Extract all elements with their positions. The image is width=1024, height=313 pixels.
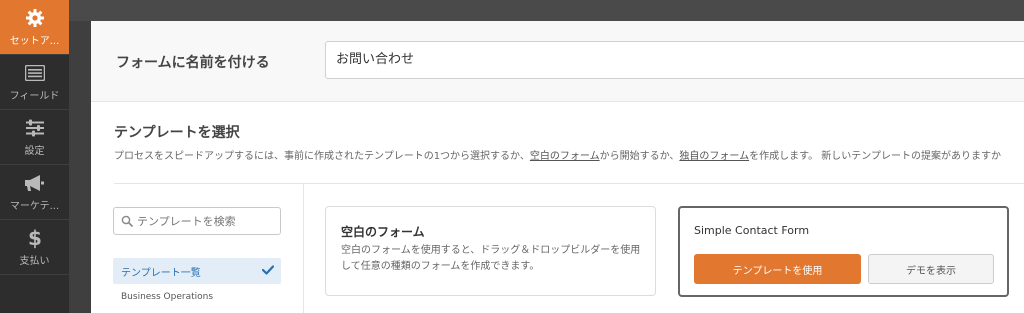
use-template-button[interactable]: テンプレートを使用 (694, 254, 861, 284)
gear-icon (25, 7, 45, 29)
category-label: テンプレート一覧 (121, 267, 201, 279)
template-card-simple-contact[interactable]: Simple Contact Form テンプレートを使用 デモを表示 (678, 206, 1009, 297)
divider (303, 184, 304, 313)
form-name-row: フォームに名前を付ける お問い合わせ (91, 21, 1024, 102)
form-name-label: フォームに名前を付ける (116, 55, 270, 71)
sliders-icon (25, 117, 45, 139)
checkmark-icon (261, 264, 275, 278)
sidebar-item-label: フィールド (9, 91, 60, 102)
template-section-title: テンプレートを選択 (114, 125, 240, 141)
blank-form-link[interactable]: 空白のフォーム (530, 151, 600, 162)
builder-toolbar (69, 0, 1024, 21)
template-search-input[interactable] (137, 214, 277, 228)
sidebar-item-label: 支払い (19, 256, 50, 267)
form-name-input[interactable]: お問い合わせ (325, 41, 1024, 79)
sidebar-item-label: 設定 (24, 146, 45, 157)
sidebar-item-setup[interactable]: セットア... (0, 0, 69, 55)
sidebar-item-marketing[interactable]: マーケテ... (0, 165, 69, 220)
sidebar-item-payments[interactable]: $ 支払い (0, 220, 69, 275)
sidebar-item-fields[interactable]: フィールド (0, 55, 69, 110)
sidebar-item-label: マーケテ... (9, 201, 60, 212)
template-card-title: Simple Contact Form (694, 224, 810, 237)
description-text: プロセスをスピードアップするには、事前に作成されたテンプレートの1つから選択する… (114, 151, 530, 162)
template-search (113, 207, 281, 235)
template-card-title: 空白のフォーム (341, 225, 425, 239)
builder-sidebar: セットア... フィールド 設定 マーケテ... $ 支払い (0, 0, 69, 313)
view-demo-button[interactable]: デモを表示 (868, 254, 994, 284)
backdrop (69, 21, 91, 313)
setup-panel: フォームに名前を付ける お問い合わせ テンプレートを選択 プロセスをスピードアッ… (91, 21, 1024, 313)
fields-list-icon (24, 62, 45, 84)
sidebar-item-label: セットア... (9, 36, 60, 47)
description-text: から開始するか、 (599, 151, 680, 162)
search-icon (121, 212, 137, 231)
custom-form-link[interactable]: 独自のフォーム (679, 151, 749, 162)
megaphone-icon (24, 172, 46, 194)
divider (114, 183, 1024, 184)
description-text: を作成します。 新しいテンプレートの提案がありますか (749, 151, 1001, 162)
dollar-icon: $ (28, 227, 42, 249)
sidebar-item-settings[interactable]: 設定 (0, 110, 69, 165)
category-all-templates[interactable]: テンプレート一覧 (113, 258, 281, 284)
template-card-blank[interactable]: 空白のフォーム 空白のフォームを使用すると、ドラッグ＆ドロップビルダーを使用して… (325, 206, 656, 296)
svg-text:$: $ (28, 227, 42, 249)
template-card-description: 空白のフォームを使用すると、ドラッグ＆ドロップビルダーを使用して任意の種類のフォ… (341, 245, 641, 272)
template-section-description: プロセスをスピードアップするには、事前に作成されたテンプレートの1つから選択する… (114, 147, 1001, 162)
category-business-operations[interactable]: Business Operations (121, 292, 213, 302)
